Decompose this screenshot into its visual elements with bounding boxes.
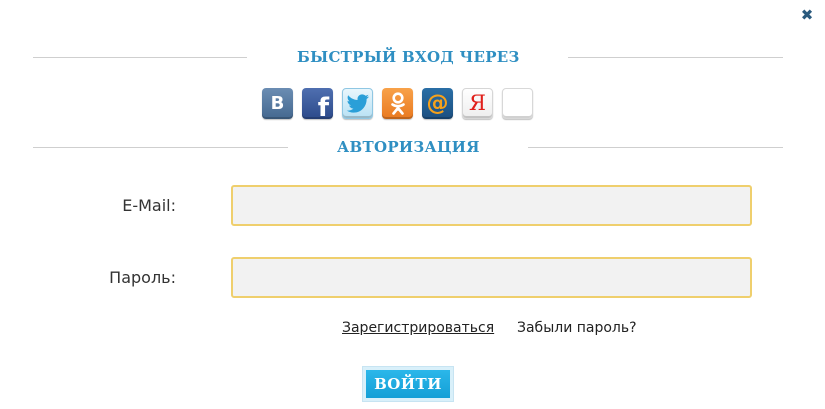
vk-login-button[interactable]: B [262, 88, 293, 119]
password-label: Пароль: [109, 268, 176, 287]
divider-right-top [568, 57, 783, 58]
facebook-icon: f [317, 93, 329, 119]
odnoklassniki-login-button[interactable] [382, 88, 413, 119]
login-modal: ✖ БЫСТРЫЙ ВХОД ЧЕРЕЗ B f @ Я АВТОРИЗАЦИЯ… [0, 0, 825, 409]
auth-title: АВТОРИЗАЦИЯ [337, 138, 480, 156]
vk-icon: B [270, 92, 285, 114]
divider-right-auth [528, 147, 783, 148]
quick-login-title: БЫСТРЫЙ ВХОД ЧЕРЕЗ [297, 48, 520, 66]
email-field[interactable] [231, 185, 752, 226]
twitter-login-button[interactable] [342, 88, 373, 119]
odnoklassniki-icon [390, 91, 405, 115]
email-label: E-Mail: [122, 196, 176, 215]
mail-ru-login-button[interactable]: @ [422, 88, 453, 119]
register-link[interactable]: Зарегистрироваться [342, 320, 494, 336]
google-login-button[interactable] [502, 88, 533, 119]
close-icon[interactable]: ✖ [799, 7, 815, 23]
yandex-login-button[interactable]: Я [462, 88, 493, 119]
facebook-login-button[interactable]: f [302, 88, 333, 119]
divider-left-top [33, 57, 247, 58]
forgot-password-link[interactable]: Забыли пароль? [517, 320, 637, 336]
twitter-icon [346, 93, 369, 113]
mail-ru-icon: @ [426, 90, 449, 116]
social-login-list: B f @ Я [262, 88, 533, 121]
password-field[interactable] [231, 257, 752, 298]
divider-left-auth [33, 147, 288, 148]
yandex-icon: Я [469, 91, 486, 115]
login-button[interactable]: ВОЙТИ [363, 367, 453, 401]
